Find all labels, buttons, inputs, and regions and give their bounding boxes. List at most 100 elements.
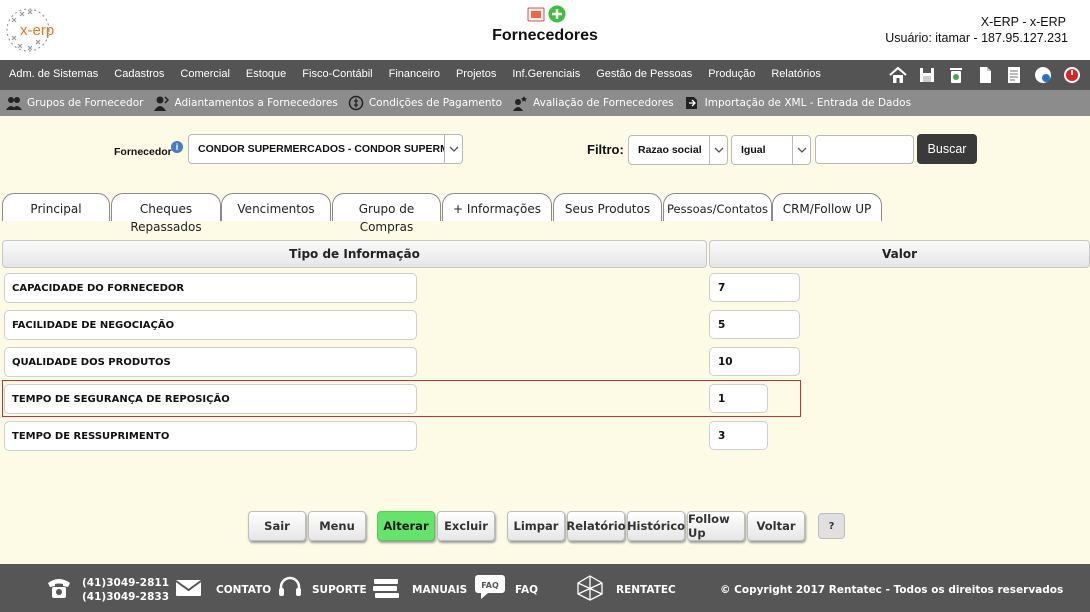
tab-label: Grupo de — [358, 202, 415, 216]
row-label: TEMPO DE SEGURANÇA DE REPOSIÇÃO — [4, 384, 417, 414]
tab-vencimentos[interactable]: Vencimentos — [221, 193, 331, 221]
phone-1: (41)3049-2811 — [82, 577, 170, 589]
presentation-icon[interactable] — [527, 7, 545, 22]
mail-icon[interactable] — [175, 578, 202, 598]
submenu-label: Condições de Pagamento — [368, 97, 503, 109]
books-icon[interactable] — [372, 576, 400, 600]
tab-crm-follow-up[interactable]: CRM/Follow UP — [772, 193, 882, 221]
filtro-operator-select[interactable]: Igual — [731, 135, 811, 165]
row-value-input[interactable]: 5 — [709, 310, 800, 339]
menu-inf-gerenciais[interactable]: Inf.Gerenciais — [512, 68, 580, 80]
menu-estoque[interactable]: Estoque — [246, 68, 286, 80]
document-icon[interactable] — [975, 65, 995, 85]
phone-icon — [48, 579, 70, 598]
copyright-text: © Copyright 2017 Rentatec - Todos os dir… — [720, 584, 1064, 596]
menu-financeiro[interactable]: Financeiro — [389, 68, 440, 80]
tab-principal[interactable]: Principal — [2, 193, 110, 221]
help-button[interactable]: ? — [818, 513, 845, 539]
filtro-field-value: Razao social — [638, 144, 702, 156]
submenu-label: Avaliação de Fornecedores — [533, 97, 674, 109]
menu-button[interactable]: Menu — [308, 511, 366, 541]
headset-icon[interactable] — [277, 575, 303, 601]
menu-cadastros[interactable]: Cadastros — [114, 68, 164, 80]
submenu-adiantamentos[interactable]: Adiantamentos a Fornecedores — [153, 95, 338, 111]
submenu-condicoes-pagamento[interactable]: Condições de Pagamento — [348, 95, 502, 111]
group-icon — [6, 97, 22, 110]
exit-icon[interactable] — [1062, 65, 1082, 85]
column-header-tipo: Tipo de Informação — [2, 240, 707, 268]
trash-icon[interactable] — [946, 65, 966, 85]
rentatec-label: RENTATEC — [616, 584, 676, 596]
submenu-label: Adiantamentos a Fornecedores — [174, 97, 338, 109]
save-icon[interactable] — [917, 65, 937, 85]
row-label: TEMPO DE RESSUPRIMENTO — [4, 421, 417, 451]
follow-up-button[interactable]: Follow Up — [687, 511, 745, 541]
tab-seus-produtos[interactable]: Seus Produtos — [553, 193, 662, 221]
info-icon[interactable]: i — [171, 141, 183, 153]
filtro-label: Filtro: — [587, 142, 624, 157]
row-value-input[interactable]: 7 — [709, 273, 800, 302]
row-label: QUALIDADE DOS PRODUTOS — [4, 347, 417, 377]
submenu-label: Grupos de Fornecedor — [27, 97, 144, 109]
suporte-link[interactable]: SUPORTE — [312, 584, 367, 596]
manuais-link[interactable]: MANUAIS — [412, 584, 467, 596]
tab-label: Seus Produtos — [564, 202, 651, 216]
row-value-input[interactable]: 10 — [709, 347, 800, 376]
submenu-label: Importação de XML - Entrada de Dados — [704, 97, 912, 109]
row-value-input[interactable]: 1 — [709, 384, 768, 413]
faq-icon[interactable]: FAQ — [474, 572, 506, 602]
tab-cheques-repassados[interactable]: Cheques Repassados — [111, 193, 221, 234]
chat-icon[interactable] — [1033, 65, 1053, 85]
filtro-operator-value: Igual — [741, 144, 766, 156]
search-input[interactable] — [815, 135, 914, 164]
tab-label: CRM/Follow UP — [782, 202, 872, 216]
list-icon[interactable] — [1004, 65, 1024, 85]
tab-label: Pessoas/Contatos — [667, 202, 768, 216]
fornecedor-label: Fornecedor — [114, 146, 172, 158]
faq-link[interactable]: FAQ — [515, 584, 538, 596]
contato-link[interactable]: CONTATO — [216, 584, 271, 596]
system-name: X-ERP - x-ERP — [980, 15, 1066, 29]
menu-comercial[interactable]: Comercial — [180, 68, 230, 80]
sair-button[interactable]: Sair — [248, 511, 306, 541]
home-icon[interactable] — [888, 65, 908, 85]
evaluation-icon — [513, 96, 528, 111]
user-info: Usuário: itamar - 187.95.127.231 — [885, 31, 1068, 45]
menu-fisco-contabil[interactable]: Fisco-Contábil — [302, 68, 372, 80]
buscar-button[interactable]: Buscar — [917, 134, 977, 164]
add-icon[interactable] — [548, 5, 566, 23]
top-icons — [527, 4, 569, 24]
row-value-input[interactable]: 3 — [709, 421, 768, 450]
fornecedor-value: CONDOR SUPERMERCADOS - CONDOR SUPERMI — [198, 143, 444, 155]
sub-menu: Grupos de Fornecedor Adiantamentos a For… — [0, 90, 1090, 116]
rentatec-logo-icon — [577, 575, 603, 601]
menu-relatorios[interactable]: Relatórios — [771, 68, 821, 80]
menu-producao[interactable]: Produção — [708, 68, 755, 80]
submenu-importacao-xml[interactable]: Importação de XML - Entrada de Dados — [684, 95, 911, 111]
header: x-erp Fornecedores X-ERP - x-ERP Usuário… — [0, 0, 1090, 60]
submenu-grupos-fornecedor[interactable]: Grupos de Fornecedor — [6, 95, 143, 111]
filtro-field-select[interactable]: Razao social — [628, 135, 728, 165]
phone-2: (41)3049-2833 — [82, 591, 170, 603]
toolbar-icons — [888, 65, 1082, 85]
tab-grupo-compras[interactable]: Grupo de Compras — [332, 193, 441, 234]
menu-projetos[interactable]: Projetos — [456, 68, 496, 80]
row-label: FACILIDADE DE NEGOCIAÇÃO — [4, 310, 417, 340]
historico-button[interactable]: Histórico — [627, 511, 685, 541]
limpar-button[interactable]: Limpar — [507, 511, 565, 541]
alterar-button[interactable]: Alterar — [377, 511, 435, 541]
relatorio-button[interactable]: Relatório — [566, 511, 626, 541]
voltar-button[interactable]: Voltar — [747, 511, 805, 541]
excluir-button[interactable]: Excluir — [437, 511, 495, 541]
tab-mais-informacoes[interactable]: + Informações — [442, 193, 552, 221]
submenu-avaliacao-fornecedores[interactable]: Avaliação de Fornecedores — [512, 95, 674, 111]
chevron-down-icon — [709, 136, 727, 164]
faq-icon-label: FAQ — [481, 581, 499, 590]
payment-icon — [348, 95, 364, 111]
tab-label-line2: Compras — [359, 220, 414, 234]
tab-label: Cheques — [139, 202, 193, 216]
fornecedor-select[interactable]: CONDOR SUPERMERCADOS - CONDOR SUPERMI — [188, 134, 463, 164]
menu-adm-sistemas[interactable]: Adm. de Sistemas — [9, 68, 98, 80]
menu-gestao-pessoas[interactable]: Gestão de Pessoas — [596, 68, 692, 80]
tab-pessoas-contatos[interactable]: Pessoas/Contatos — [663, 193, 772, 221]
